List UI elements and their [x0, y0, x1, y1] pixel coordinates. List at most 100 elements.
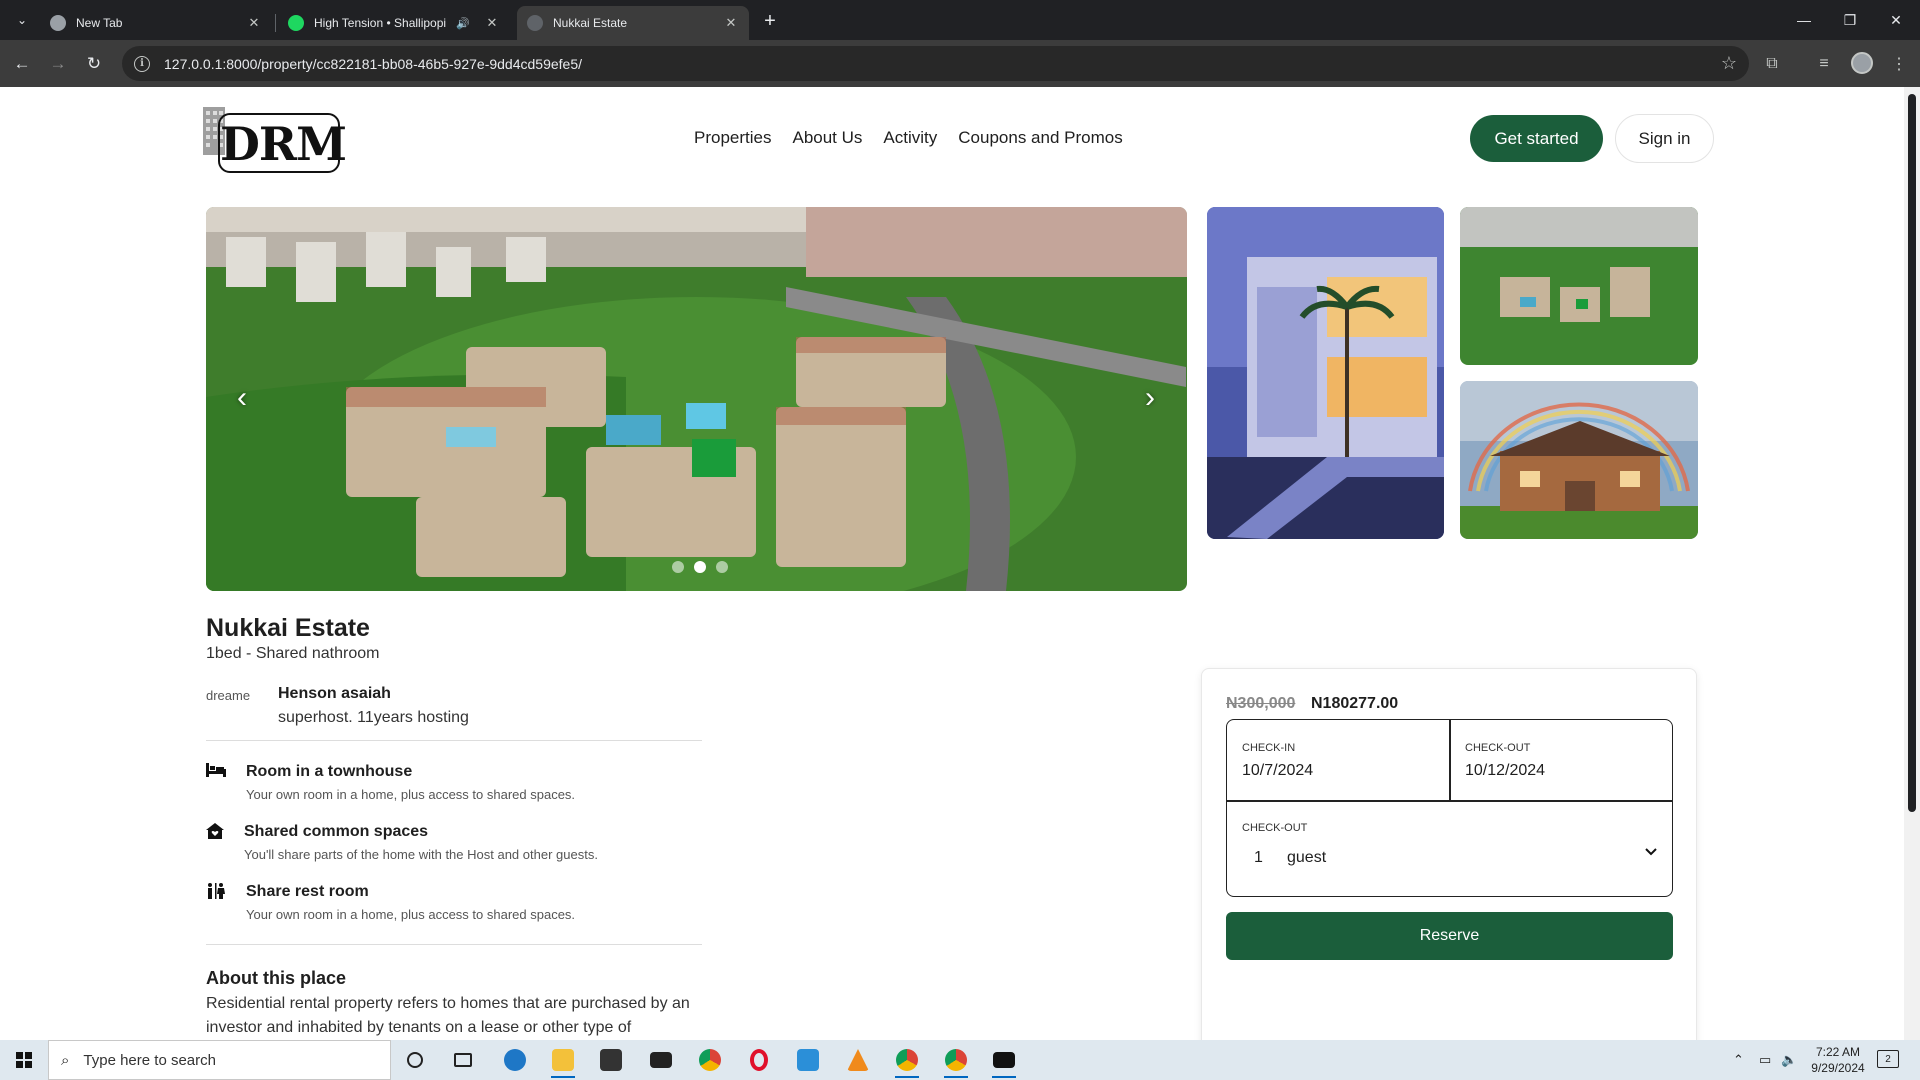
address-bar[interactable]: i 127.0.0.1:8000/property/cc822181-bb08-…: [122, 46, 1749, 81]
new-tab-plus-icon[interactable]: +: [757, 8, 783, 34]
bookmark-star-icon[interactable]: ☆: [1721, 53, 1737, 74]
page-viewport: DRM Properties About Us Activity Coupons…: [0, 87, 1904, 1041]
tray-chevron-icon[interactable]: ⌃: [1733, 1040, 1744, 1080]
aerial-estate-image: [206, 207, 1187, 591]
globe-icon: [527, 15, 543, 31]
tab-search-icon[interactable]: ⌄: [10, 8, 34, 32]
extensions-icon[interactable]: ⧉: [1759, 51, 1785, 77]
battery-icon[interactable]: ▭: [1759, 1040, 1771, 1080]
restore-icon[interactable]: ❐: [1827, 0, 1873, 40]
spotify-icon: [288, 15, 304, 31]
close-icon[interactable]: ✕: [484, 15, 500, 31]
task-view-icon[interactable]: [443, 1044, 483, 1076]
vlc-icon[interactable]: [838, 1044, 878, 1076]
checkout-field[interactable]: CHECK-OUT 10/12/2024: [1450, 720, 1672, 800]
menu-kebab-icon[interactable]: ⋮: [1886, 51, 1912, 77]
host-info: superhost. 11years hosting: [278, 709, 469, 726]
media-control-icon[interactable]: ≡: [1811, 51, 1837, 77]
about-title: About this place: [206, 968, 347, 988]
booking-card: N300,000 N180277.00 CHECK-IN 10/7/2024 C…: [1201, 668, 1697, 1041]
mail-icon[interactable]: [641, 1044, 681, 1076]
checkin-field[interactable]: CHECK-IN 10/7/2024: [1227, 720, 1449, 800]
nav-properties[interactable]: Properties: [694, 128, 771, 148]
feature-desc: You'll share parts of the home with the …: [244, 847, 598, 862]
back-arrow-icon[interactable]: ←: [8, 50, 36, 78]
feature-title: Room in a townhouse: [246, 763, 413, 780]
taskbar-search-input[interactable]: ⌕ Type here to search: [48, 1040, 391, 1080]
host-avatar: dreame: [206, 688, 266, 724]
minimize-icon[interactable]: —: [1781, 0, 1827, 40]
file-explorer-icon[interactable]: [543, 1044, 583, 1078]
nav-about-us[interactable]: About Us: [792, 128, 862, 148]
tab-new-tab[interactable]: New Tab ✕: [40, 6, 272, 40]
site-info-icon[interactable]: i: [134, 55, 150, 72]
reload-icon[interactable]: ↻: [80, 50, 108, 78]
volume-icon[interactable]: 🔈: [1781, 1040, 1797, 1080]
tab-nukkai-estate[interactable]: Nukkai Estate ✕: [517, 6, 749, 40]
carousel-next-arrow-icon[interactable]: ›: [1136, 381, 1164, 414]
feature-desc: Your own room in a home, plus access to …: [246, 787, 576, 802]
feature-title: Shared common spaces: [244, 823, 429, 840]
image-carousel[interactable]: ‹ ›: [206, 207, 1187, 591]
guests-label: CHECK-OUT: [1242, 822, 1308, 834]
checkout-value[interactable]: 10/12/2024: [1465, 762, 1657, 780]
checkin-value[interactable]: 10/7/2024: [1242, 762, 1434, 780]
terminal-icon[interactable]: [984, 1044, 1024, 1078]
windows-start-icon[interactable]: [0, 1040, 48, 1080]
url-text: 127.0.0.1:8000/property/cc822181-bb08-46…: [164, 55, 582, 72]
drm-logo[interactable]: DRM: [200, 105, 347, 175]
browser-toolbar: ← → ↻ i 127.0.0.1:8000/property/cc822181…: [0, 40, 1920, 87]
get-started-button[interactable]: Get started: [1470, 115, 1603, 162]
page-scrollbar[interactable]: [1904, 87, 1920, 1041]
speaker-icon[interactable]: 🔊: [456, 17, 470, 30]
property-title: Nukkai Estate: [206, 614, 370, 642]
tab-title: Nukkai Estate: [553, 16, 628, 30]
feature-desc: Your own room in a home, plus access to …: [246, 907, 576, 922]
cortana-icon[interactable]: [395, 1044, 435, 1076]
edge-icon[interactable]: [495, 1044, 535, 1076]
nav-coupons-promos[interactable]: Coupons and Promos: [958, 128, 1122, 148]
close-icon[interactable]: ✕: [723, 15, 739, 31]
tab-title: High Tension • Shallipopi: [314, 16, 447, 30]
opera-icon[interactable]: [739, 1044, 779, 1076]
chrome-icon: [50, 15, 66, 31]
system-clock[interactable]: 7:22 AM 9/29/2024: [1806, 1044, 1870, 1076]
restroom-icon: [206, 883, 228, 903]
checkin-label: CHECK-IN: [1242, 742, 1296, 754]
gallery-thumb-aerial[interactable]: [1460, 207, 1698, 365]
chrome-profile-icon[interactable]: [887, 1044, 927, 1078]
window-close-icon[interactable]: ✕: [1873, 0, 1919, 40]
aerial-campus-image: [1460, 207, 1698, 365]
nav-activity[interactable]: Activity: [883, 128, 937, 148]
reserve-button[interactable]: Reserve: [1226, 912, 1673, 960]
clock-time: 7:22 AM: [1815, 1045, 1861, 1059]
clock-date: 9/29/2024: [1811, 1061, 1865, 1075]
carousel-dot[interactable]: [672, 561, 684, 573]
vscode-icon[interactable]: [788, 1044, 828, 1076]
profile-avatar[interactable]: [1851, 52, 1873, 74]
chrome-taskbar-icon[interactable]: [690, 1044, 730, 1076]
sign-in-button[interactable]: Sign in: [1615, 114, 1714, 163]
notification-icon[interactable]: 2: [1877, 1050, 1899, 1068]
carousel-dot[interactable]: [716, 561, 728, 573]
property-subtitle: 1bed - Shared nathroom: [206, 645, 380, 662]
tab-spotify[interactable]: High Tension • Shallipopi 🔊 ✕: [278, 6, 510, 40]
browser-tab-bar: ⌄ New Tab ✕ High Tension • Shallipopi 🔊 …: [0, 0, 1920, 40]
tab-separator: [275, 14, 276, 32]
gallery-thumb-house-rainbow[interactable]: [1460, 381, 1698, 539]
close-icon[interactable]: ✕: [246, 15, 262, 31]
booking-form: CHECK-IN 10/7/2024 CHECK-OUT 10/12/2024 …: [1226, 719, 1673, 897]
guests-count-input[interactable]: 1: [1254, 849, 1263, 867]
scrollbar-thumb[interactable]: [1908, 94, 1916, 812]
gallery-thumb-modern-house[interactable]: [1207, 207, 1444, 539]
carousel-dot-active[interactable]: [694, 561, 706, 573]
divider: [206, 740, 702, 741]
forward-arrow-icon[interactable]: →: [44, 50, 72, 78]
chevron-down-icon[interactable]: [1641, 842, 1661, 862]
chrome-profile-2-icon[interactable]: [936, 1044, 976, 1078]
modern-house-image: [1207, 207, 1444, 539]
main-nav: Properties About Us Activity Coupons and…: [694, 128, 1123, 148]
carousel-prev-arrow-icon[interactable]: ‹: [228, 381, 256, 414]
about-text: Residential rental property refers to ho…: [206, 995, 690, 1036]
store-icon[interactable]: [591, 1044, 631, 1076]
